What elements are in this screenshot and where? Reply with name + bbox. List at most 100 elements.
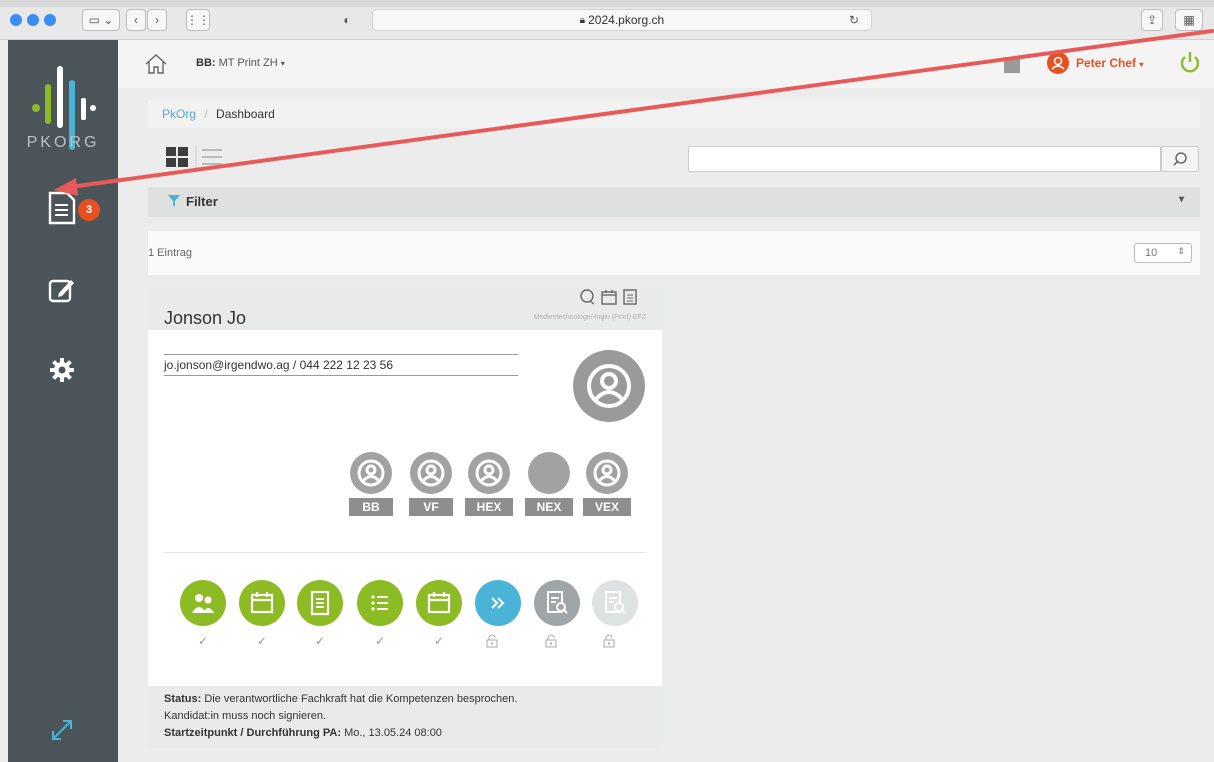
- sidebar-item-edit[interactable]: [44, 272, 80, 308]
- step-document[interactable]: [297, 580, 343, 626]
- status-text-2: Kandidat:in muss noch signieren.: [164, 710, 327, 722]
- role-avatar-hex[interactable]: [468, 452, 510, 494]
- role-avatar-bb[interactable]: [350, 452, 392, 494]
- role-avatar-vex[interactable]: [586, 452, 628, 494]
- role-avatar-vf[interactable]: [410, 452, 452, 494]
- window-zoom-button[interactable]: [44, 14, 56, 26]
- role-label: HEX: [465, 498, 513, 516]
- view-toggle: [166, 146, 230, 173]
- step-next[interactable]: [475, 580, 521, 626]
- address-bar[interactable]: 🔒︎ 2024.pkorg.ch ↻: [372, 9, 872, 31]
- calendar-icon[interactable]: [600, 288, 618, 306]
- extension-button[interactable]: ▦: [1175, 9, 1203, 31]
- gear-icon: [50, 358, 74, 382]
- share-button[interactable]: ⇪: [1141, 9, 1163, 31]
- sidebar-toggle-button[interactable]: ▭ ⌄: [82, 9, 120, 31]
- notification-icon[interactable]: [1004, 57, 1020, 73]
- lock-icon: [486, 634, 498, 648]
- bb-selector[interactable]: BB: MT Print ZH ▾: [196, 57, 285, 69]
- step-calendar-2[interactable]: [416, 580, 462, 626]
- user-name: Peter Chef: [1076, 56, 1137, 70]
- document-icon[interactable]: [622, 288, 638, 306]
- url-text: 2024.pkorg.ch: [588, 13, 665, 27]
- window-close-button[interactable]: [10, 14, 22, 26]
- filter-label: Filter: [186, 194, 218, 209]
- user-menu[interactable]: Peter Chef ▾: [1076, 56, 1143, 70]
- candidate-avatar: [573, 350, 645, 422]
- status-text: Die verantwortliche Fachkraft hat die Ko…: [204, 693, 518, 705]
- filter-panel-toggle[interactable]: Filter ▾: [148, 187, 1200, 217]
- step-check-mark: ✓: [314, 634, 326, 648]
- back-button[interactable]: ‹: [126, 9, 146, 31]
- list-view-icon[interactable]: [202, 149, 222, 165]
- role-label: BB: [349, 498, 393, 516]
- candidate-name: Jonson Jo: [164, 308, 247, 328]
- expand-icon: [52, 720, 72, 740]
- user-icon: [475, 459, 503, 487]
- users-icon: [192, 594, 214, 613]
- reload-icon[interactable]: ↻: [849, 13, 859, 27]
- grid-view-icon[interactable]: [166, 147, 188, 167]
- forward-button[interactable]: ›: [147, 9, 167, 31]
- card-divider: [164, 552, 646, 553]
- sidebar: PKORG 3: [8, 40, 118, 762]
- card-status: Status: Die verantwortliche Fachkraft ha…: [148, 686, 662, 748]
- calendar-icon: [250, 592, 274, 614]
- user-icon: [593, 459, 621, 487]
- breadcrumb-separator: /: [204, 107, 208, 121]
- search-icon: [1173, 152, 1187, 166]
- list-icon: [371, 595, 388, 611]
- step-participants[interactable]: [180, 580, 226, 626]
- power-icon: [1180, 52, 1200, 73]
- breadcrumb: PkOrg / Dashboard: [148, 100, 1200, 128]
- sidebar-item-documents[interactable]: [44, 190, 80, 226]
- page-size-select[interactable]: 10 ⇕: [1134, 243, 1192, 263]
- start-value: Mo., 13.05.24 08:00: [344, 727, 442, 739]
- candidate-card[interactable]: Jonson Jo Medientechnologe/-login (Print…: [148, 288, 662, 748]
- browser-tab-strip: [0, 0, 1214, 7]
- documents-count-badge: 3: [78, 199, 100, 221]
- chevron-down-icon: ▾: [1178, 194, 1184, 205]
- document-icon: [310, 590, 330, 616]
- step-check-mark: ✓: [433, 634, 445, 648]
- lock-icon: [603, 634, 615, 648]
- step-final-review[interactable]: [592, 580, 638, 626]
- document-search-icon: [547, 591, 568, 614]
- user-icon: [357, 459, 385, 487]
- document-search-icon: [605, 591, 626, 614]
- tab-overview-button[interactable]: ⋮⋮: [186, 9, 210, 31]
- logo-text: PKORG: [26, 134, 100, 151]
- role-label: VEX: [583, 498, 631, 516]
- step-check-mark: ✓: [374, 634, 386, 648]
- logout-button[interactable]: [1178, 50, 1202, 81]
- card-actions: [578, 288, 638, 306]
- role-label: NEX: [525, 498, 573, 516]
- home-button[interactable]: [144, 52, 168, 81]
- comment-icon[interactable]: [578, 288, 596, 306]
- step-check-mark: ✓: [197, 634, 209, 648]
- user-icon: [587, 364, 631, 408]
- document-list-icon: [48, 191, 76, 225]
- search-input[interactable]: [688, 146, 1161, 172]
- app-header: BB: MT Print ZH ▾ Peter Chef ▾: [118, 40, 1214, 88]
- status-label: Status:: [164, 693, 202, 705]
- role-label: VF: [409, 498, 453, 516]
- search-button[interactable]: [1161, 146, 1199, 172]
- step-list[interactable]: [357, 580, 403, 626]
- user-icon: [1051, 56, 1065, 70]
- step-calendar-1[interactable]: [239, 580, 285, 626]
- user-avatar[interactable]: [1047, 52, 1069, 74]
- breadcrumb-root[interactable]: PkOrg: [162, 107, 196, 121]
- card-header: Jonson Jo Medientechnologe/-login (Print…: [148, 288, 662, 330]
- chevron-down-icon: ▾: [280, 59, 285, 68]
- step-review[interactable]: [534, 580, 580, 626]
- bb-value: MT Print ZH: [218, 57, 278, 69]
- sidebar-item-expand[interactable]: [44, 712, 80, 748]
- sidebar-item-settings[interactable]: [44, 352, 80, 388]
- window-minimize-button[interactable]: [27, 14, 39, 26]
- home-icon: [145, 54, 167, 74]
- entries-count: 1 Eintrag: [148, 247, 193, 259]
- privacy-shield-icon[interactable]: ◐: [332, 9, 362, 31]
- lock-icon: [545, 634, 557, 648]
- role-avatar-nex[interactable]: [528, 452, 570, 494]
